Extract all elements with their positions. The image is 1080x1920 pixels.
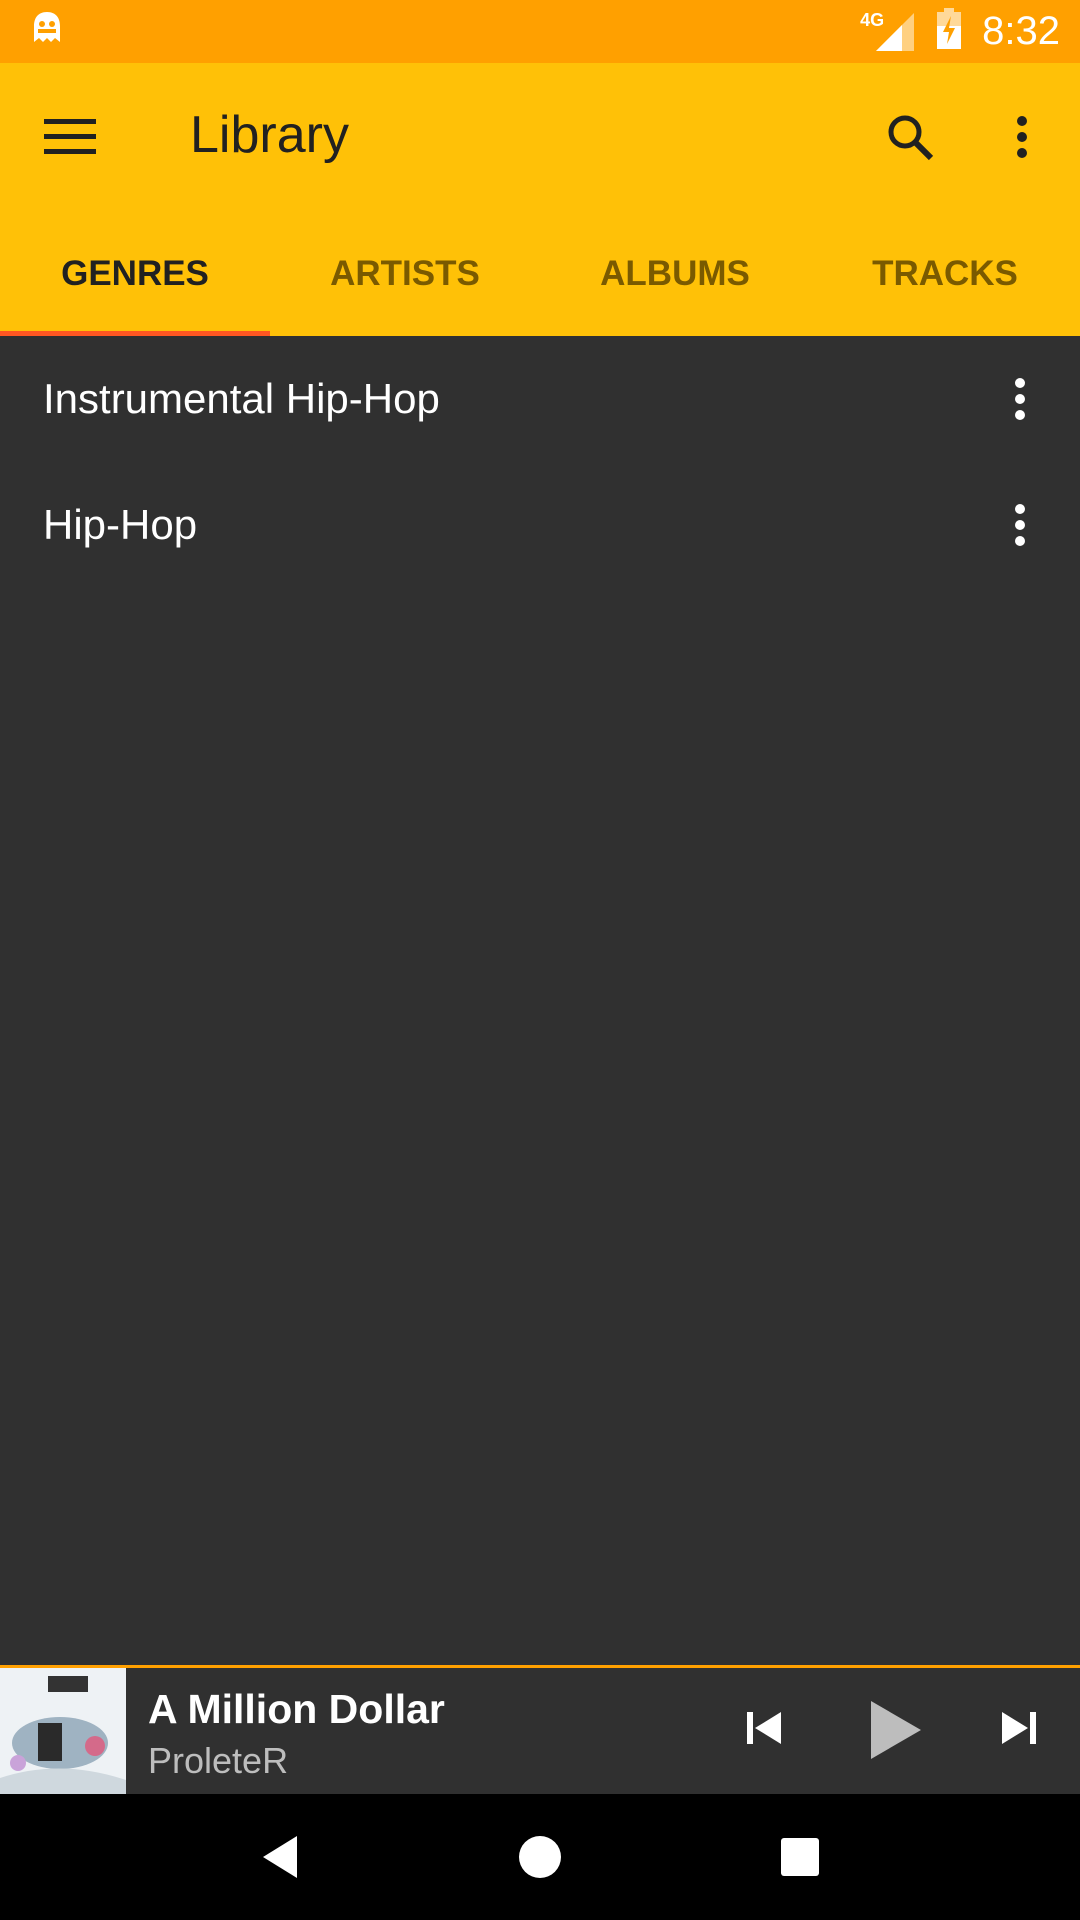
skip-previous-icon — [747, 1712, 781, 1744]
tab-albums[interactable]: ALBUMS — [540, 211, 810, 336]
item-overflow-button[interactable] — [990, 369, 1050, 429]
genre-list: Instrumental Hip-Hop Hip-Hop — [0, 336, 1080, 588]
recents-button[interactable] — [760, 1817, 840, 1897]
more-vert-icon — [1015, 378, 1025, 420]
list-item[interactable]: Hip-Hop — [0, 462, 1080, 588]
tab-tracks[interactable]: TRACKS — [810, 211, 1080, 336]
more-vert-icon — [1015, 504, 1025, 546]
battery-charging-icon — [936, 8, 962, 55]
track-artist: ProleteR — [148, 1740, 289, 1781]
notification-ghost-icon — [30, 9, 64, 54]
app-toolbar: Library — [0, 63, 1080, 211]
now-playing-bar[interactable]: A Million Dollar ProleteR — [0, 1665, 1080, 1797]
status-time: 8:32 — [982, 9, 1060, 53]
genre-label: Instrumental Hip-Hop — [43, 375, 440, 422]
back-button[interactable] — [240, 1817, 320, 1897]
search-icon — [888, 115, 934, 161]
play-button[interactable] — [855, 1690, 935, 1770]
tab-genres[interactable]: GENRES — [0, 211, 270, 336]
system-nav-bar — [0, 1794, 1080, 1920]
more-vert-icon — [1017, 116, 1027, 158]
home-button[interactable] — [500, 1817, 580, 1897]
album-art[interactable] — [0, 1668, 126, 1794]
hamburger-icon — [44, 119, 96, 154]
item-overflow-button[interactable] — [990, 495, 1050, 555]
status-bar: 4G 8:32 — [0, 0, 1080, 63]
skip-next-icon — [1002, 1712, 1036, 1744]
track-title: A Million Dollar — [148, 1686, 445, 1732]
genre-label: Hip-Hop — [43, 501, 198, 548]
search-button[interactable] — [880, 107, 940, 167]
signal-4g-icon: 4G — [860, 10, 916, 53]
recents-square-icon — [781, 1838, 819, 1876]
tab-artists[interactable]: ARTISTS — [270, 211, 540, 336]
overflow-menu-button[interactable] — [992, 107, 1052, 167]
list-item[interactable]: Instrumental Hip-Hop — [0, 336, 1080, 462]
next-button[interactable] — [988, 1698, 1048, 1758]
play-icon — [871, 1701, 921, 1759]
tab-bar: GENRES ARTISTS ALBUMS TRACKS — [0, 211, 1080, 336]
home-circle-icon — [519, 1836, 561, 1878]
previous-button[interactable] — [735, 1698, 795, 1758]
page-title: Library — [190, 106, 349, 164]
menu-button[interactable] — [40, 107, 100, 167]
back-triangle-icon — [263, 1836, 297, 1878]
